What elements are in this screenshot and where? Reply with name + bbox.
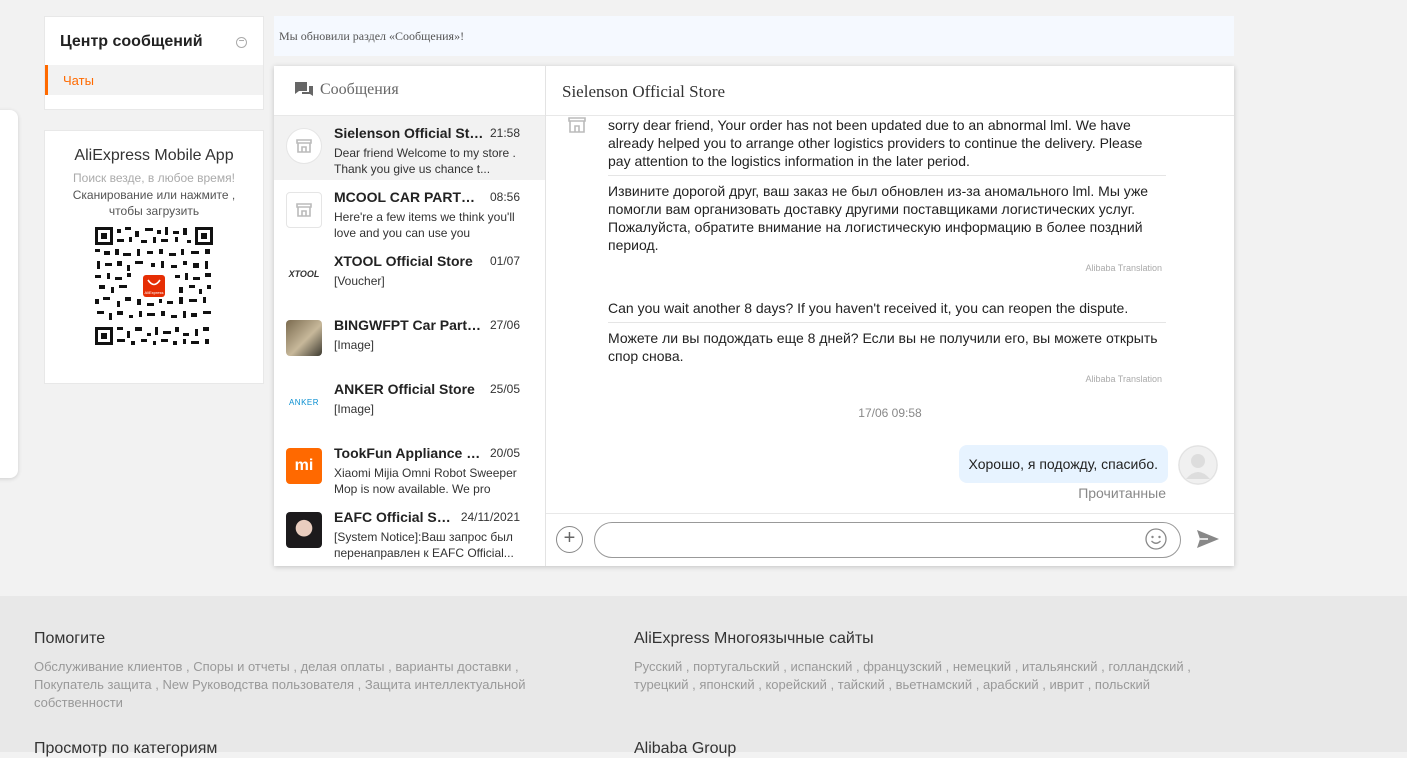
message-center-title: Центр сообщений: [60, 33, 203, 50]
store-icon: [568, 116, 586, 139]
translation-label: Alibaba Translation: [1085, 263, 1162, 273]
conversation-name: XTOOL Official Store: [334, 253, 473, 269]
conversation-preview: [Voucher]: [334, 274, 385, 288]
footer-help-title: Помогите: [34, 630, 106, 647]
footer-group-title: Alibaba Group: [634, 740, 737, 757]
app-promo-title: AliExpress Mobile App: [74, 147, 234, 164]
conversation-preview: Xiaomi Mijia Omni Robot Sweeper Mop is n…: [334, 466, 517, 496]
conversation-preview: [Image]: [334, 338, 375, 352]
conversation-preview: [System Notice]:Ваш запрос был перенапра…: [334, 530, 514, 560]
conversation-time: 01/07: [489, 254, 520, 268]
footer-languages-links[interactable]: Русский , португальский , испанский , фр…: [634, 658, 1234, 694]
my-message-bubble: Хорошо, я подожду, спасибо.: [958, 445, 1168, 483]
chat-window: Сообщения Sielenson Official Store 21:58…: [274, 66, 1234, 566]
footer-help: Помогите Обслуживание клиентов , Споры и…: [34, 630, 574, 712]
conversation-item[interactable]: BINGWFPT Car Parts Store 27/06 [Image]: [274, 308, 545, 372]
qr-logo-text: AliExpress: [145, 290, 164, 295]
conversation-name: Sielenson Official Store: [334, 125, 484, 141]
message-translation: Можете ли вы подождать еще 8 дней? Если …: [608, 330, 1158, 364]
anker-logo: ANKER: [286, 384, 322, 420]
conversation-name: BINGWFPT Car Parts Store: [334, 317, 484, 333]
notice-text: Мы обновили раздел «Сообщения»!: [279, 29, 465, 43]
emoji-icon[interactable]: [1144, 527, 1168, 556]
translation-divider: [608, 175, 1166, 176]
collapse-icon[interactable]: −: [236, 37, 247, 48]
footer-languages: AliExpress Многоязычные сайты Русский , …: [634, 630, 1234, 694]
translation-label: Alibaba Translation: [1085, 374, 1162, 384]
chat-bubbles-icon: [294, 81, 314, 104]
conversation-item[interactable]: ANKER ANKER Official Store 25/05 [Image]: [274, 372, 545, 436]
conversation-time: 25/05: [489, 382, 520, 396]
message-center-panel: Центр сообщений − Чаты: [44, 16, 264, 110]
conversation-item[interactable]: Sielenson Official Store 21:58 Dear frie…: [274, 116, 545, 180]
message-timestamp: 17/06 09:58: [858, 406, 922, 420]
conversation-preview: Dear friend Welcome to my store . Thank …: [334, 146, 516, 176]
conversation-name: EAFC Official Store: [334, 509, 454, 525]
mi-logo: mi: [286, 448, 322, 484]
conversation-list-header: Сообщения: [274, 66, 545, 116]
store-icon: [286, 192, 322, 228]
mobile-app-promo: AliExpress Mobile App Поиск везде, в люб…: [44, 130, 264, 384]
footer-languages-title: AliExpress Многоязычные сайты: [634, 630, 874, 647]
app-promo-description: Сканирование или нажмите , чтобы загрузи…: [72, 188, 236, 218]
conversation-list: Сообщения Sielenson Official Store 21:58…: [274, 66, 546, 566]
conversation-preview: Here're a few items we think you'll love…: [334, 210, 515, 240]
conversation-name: MCOOL CAR PARTS Store: [334, 189, 484, 205]
conversation-item[interactable]: EAFC Official Store 24/11/2021 [System N…: [274, 500, 545, 564]
side-panel-tab[interactable]: [0, 110, 18, 478]
footer: Помогите Обслуживание клиентов , Споры и…: [0, 596, 1407, 757]
conversation-item[interactable]: mi TookFun Appliance Store 20/05 Xiaomi …: [274, 436, 545, 500]
app-promo-subtitle: Поиск везде, в любое время!: [73, 171, 235, 185]
update-notice: Мы обновили раздел «Сообщения»!: [274, 16, 1234, 56]
conversation-name: ANKER Official Store: [334, 381, 475, 397]
footer-browse-title: Просмотр по категориям: [34, 740, 218, 757]
qr-code[interactable]: AliExpress: [95, 227, 213, 345]
chat-header: Sielenson Official Store: [546, 66, 1234, 116]
conversation-time: 08:56: [489, 190, 520, 204]
photo-avatar: [286, 512, 322, 548]
store-icon: [286, 128, 322, 164]
read-status: Прочитанные: [1078, 485, 1166, 501]
conversation-list-title: Сообщения: [320, 81, 399, 98]
message-input[interactable]: [594, 522, 1181, 558]
xtool-logo-text: XTOOL: [288, 269, 320, 279]
anker-logo-text: ANKER: [288, 397, 320, 407]
conversation-time: 27/06: [489, 318, 520, 332]
add-attachment-button[interactable]: +: [556, 526, 583, 553]
message-translation: Извините дорогой друг, ваш заказ не был …: [608, 183, 1149, 253]
message-thread[interactable]: sorry dear friend, Your order has not be…: [546, 116, 1234, 513]
conversation-time: 24/11/2021: [460, 510, 520, 524]
chat-store-name[interactable]: Sielenson Official Store: [562, 82, 725, 102]
conversation-item[interactable]: XTOOL XTOOL Official Store 01/07 [Vouche…: [274, 244, 545, 308]
message-input-bar: +: [546, 513, 1234, 566]
translation-divider: [608, 322, 1166, 323]
send-icon[interactable]: [1196, 529, 1220, 554]
user-avatar: [1178, 445, 1218, 485]
conversation-name: TookFun Appliance Store: [334, 445, 484, 461]
sidebar-item-chats[interactable]: Чаты: [45, 65, 263, 95]
footer-help-links[interactable]: Обслуживание клиентов , Споры и отчеты ,…: [34, 658, 574, 712]
message-original: sorry dear friend, Your order has not be…: [608, 117, 1143, 169]
conversation-preview: [Image]: [334, 402, 375, 416]
conversation-item[interactable]: MCOOL CAR PARTS Store 08:56 Here're a fe…: [274, 180, 545, 244]
mi-logo-text: mi: [294, 457, 314, 474]
photo-avatar: [286, 320, 322, 356]
conversation-time: 20/05: [489, 446, 520, 460]
conversation-time: 21:58: [489, 126, 520, 140]
message-original: Can you wait another 8 days? If you have…: [608, 300, 1129, 316]
sidebar-item-label: Чаты: [63, 73, 94, 88]
xtool-logo: XTOOL: [286, 256, 322, 292]
